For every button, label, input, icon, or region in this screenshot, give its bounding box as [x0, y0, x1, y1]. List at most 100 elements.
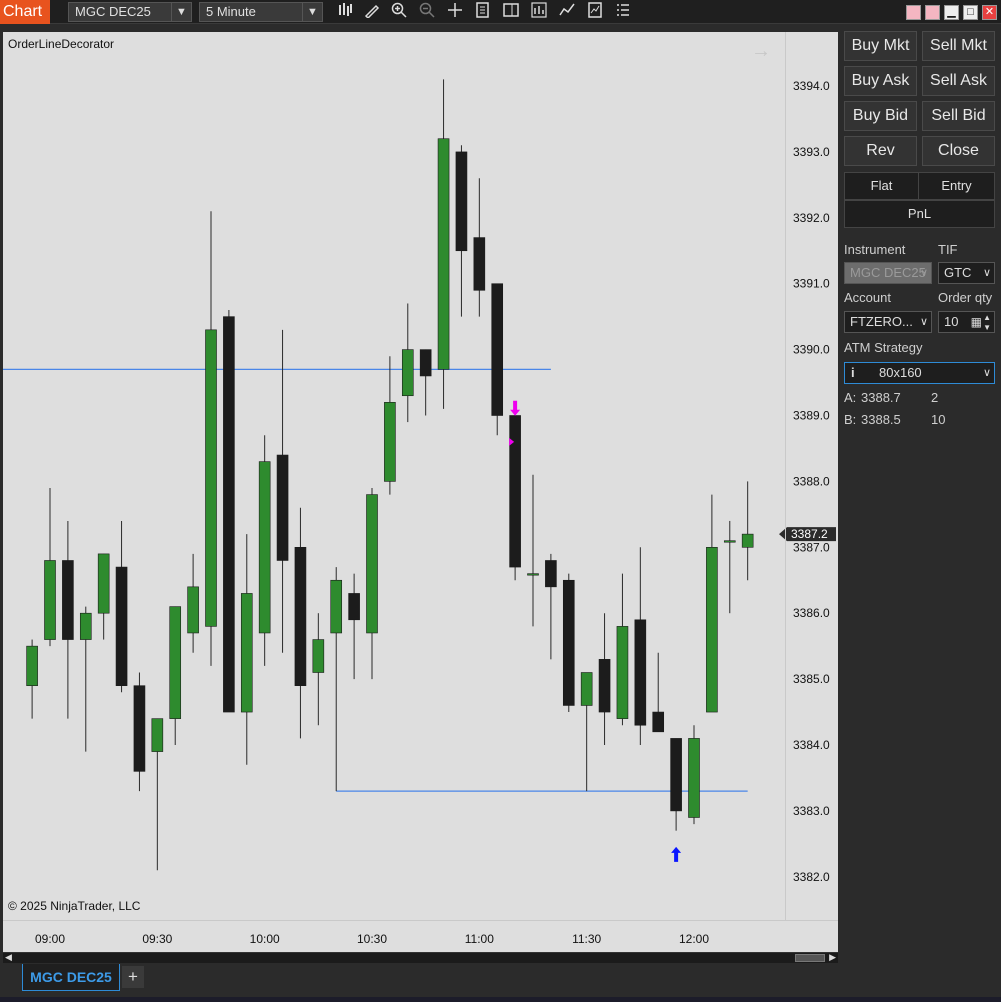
zoom-in-icon[interactable] [389, 2, 409, 22]
candle-body [688, 738, 700, 818]
candle-body [455, 151, 468, 252]
price-chart[interactable]: 3394.0 3393.0 3392.0 3391.0 3390.0 3389.0 3388… [3, 32, 838, 952]
sell-bid-button[interactable]: Sell Bid [922, 101, 995, 131]
calculator-icon[interactable]: ▦ [971, 312, 982, 332]
reverse-button[interactable]: Rev [844, 136, 917, 166]
account-label: Account [844, 290, 891, 305]
time-tick-label: 10:30 [357, 932, 387, 946]
price-tick-label: 3383.0 [793, 804, 830, 818]
crosshair-icon[interactable] [445, 2, 465, 22]
add-tab-button[interactable]: + [122, 966, 144, 988]
time-tick-label: 09:00 [35, 932, 65, 946]
instrument-selector[interactable]: MGC DEC25 ▼ [68, 2, 192, 22]
chart-trader-icon[interactable] [501, 2, 521, 22]
data-box-icon[interactable] [473, 2, 493, 22]
account-select[interactable]: FTZERO... ∨ [844, 311, 932, 333]
atm-strategy-select[interactable]: i 80x160 ∨ [844, 362, 995, 384]
candle-body [419, 349, 432, 377]
buy-market-button[interactable]: Buy Mkt [844, 31, 917, 61]
minimize-button[interactable]: ▁ [944, 5, 959, 20]
candle-body [366, 494, 378, 634]
strategies-icon[interactable] [557, 2, 577, 22]
chevron-down-icon: ∨ [982, 367, 991, 379]
qty-stepper-icon[interactable]: ▲ ▼ [983, 313, 991, 332]
candle-body [223, 316, 235, 713]
properties-icon[interactable] [613, 2, 633, 22]
chevron-down-icon: ▼ [302, 3, 322, 21]
candle-body [723, 540, 736, 543]
price-tick-label: 3385.0 [793, 672, 830, 686]
candle-body [26, 645, 38, 686]
zoom-out-icon[interactable] [417, 2, 437, 22]
buy-ask-button[interactable]: Buy Ask [844, 66, 917, 96]
close-icon: ✕ [984, 6, 995, 18]
bid-size: 10 [931, 412, 946, 427]
candle-body [562, 579, 575, 706]
price-tick-label: 3394.0 [793, 79, 830, 93]
candle-body [205, 329, 217, 627]
close-position-button[interactable]: Close [922, 136, 995, 166]
candle-body [652, 711, 665, 733]
instrument-label: Instrument [844, 242, 906, 257]
buy-bid-button[interactable]: Buy Bid [844, 101, 917, 131]
sell-ask-button[interactable]: Sell Ask [922, 66, 995, 96]
candle-body [240, 593, 253, 713]
ask-size: 2 [931, 390, 939, 405]
price-tick-label: 3393.0 [793, 145, 830, 159]
info-icon: i [851, 365, 855, 380]
tab-mgc-dec25[interactable]: MGC DEC25 [22, 964, 120, 991]
candle-body [187, 586, 199, 634]
sell-arrow-marker [510, 400, 521, 416]
scroll-left-icon[interactable]: ◀ [5, 952, 12, 963]
candle-body [491, 283, 504, 416]
candle-body [276, 454, 289, 561]
time-tick-label: 11:30 [572, 932, 601, 946]
chart-panel[interactable]: 3394.0 3393.0 3392.0 3391.0 3390.0 3389.0 3388… [3, 32, 838, 952]
candle-body [545, 560, 557, 588]
window-title: Chart [0, 0, 50, 24]
candle-body [151, 718, 164, 752]
current-price-label: 3387.2 [791, 527, 828, 541]
price-tick-label: 3384.0 [793, 738, 830, 752]
scroll-right-icon[interactable]: ▶ [829, 952, 836, 963]
scroll-to-end-icon[interactable]: → [751, 40, 771, 63]
price-axis-divider [785, 32, 786, 920]
horizontal-scrollbar[interactable]: ◀ ▶ [3, 952, 838, 963]
sell-market-button[interactable]: Sell Mkt [922, 31, 995, 61]
order-qty-input[interactable]: 10 ▦ ▲ ▼ [938, 311, 995, 333]
candle-body [348, 593, 360, 621]
bar-style-icon[interactable] [335, 2, 355, 22]
templates-icon[interactable] [585, 2, 605, 22]
interval-selector[interactable]: 5 Minute ▼ [199, 2, 323, 22]
chevron-down-icon: ▼ [171, 3, 191, 21]
link-button[interactable] [906, 5, 921, 20]
maximize-button[interactable]: □ [963, 5, 978, 20]
price-tick-label: 3382.0 [793, 870, 830, 884]
candle-body [634, 619, 647, 726]
tif-label: TIF [938, 242, 958, 257]
candle-body [79, 612, 92, 640]
instrument-field-value: MGC DEC25 [850, 265, 926, 280]
bid-price: 3388.5 [861, 412, 901, 427]
bottom-strip [0, 997, 1001, 1002]
time-axis-divider [3, 920, 838, 921]
tif-select[interactable]: GTC ∨ [938, 262, 995, 284]
copyright-text: © 2025 NinjaTrader, LLC [8, 899, 141, 913]
candle-body [258, 461, 271, 634]
candle-body [330, 579, 343, 634]
indicators-icon[interactable] [529, 2, 549, 22]
close-window-button[interactable]: ✕ [982, 5, 997, 20]
ask-price: 3388.7 [861, 390, 901, 405]
drawing-tool-icon[interactable] [362, 2, 382, 22]
scrollbar-thumb[interactable] [795, 954, 825, 962]
candle-body [527, 573, 539, 576]
atm-strategy-label: ATM Strategy [844, 340, 923, 355]
candle-body [473, 237, 486, 291]
link-button-2[interactable] [925, 5, 940, 20]
time-tick-label: 09:30 [142, 932, 172, 946]
candle-body [616, 626, 629, 719]
instrument-field[interactable]: MGC DEC25 ∨ [844, 262, 932, 284]
chevron-down-icon: ∨ [919, 267, 928, 279]
time-tick-label: 10:00 [250, 932, 280, 946]
buy-arrow-marker [671, 846, 682, 862]
